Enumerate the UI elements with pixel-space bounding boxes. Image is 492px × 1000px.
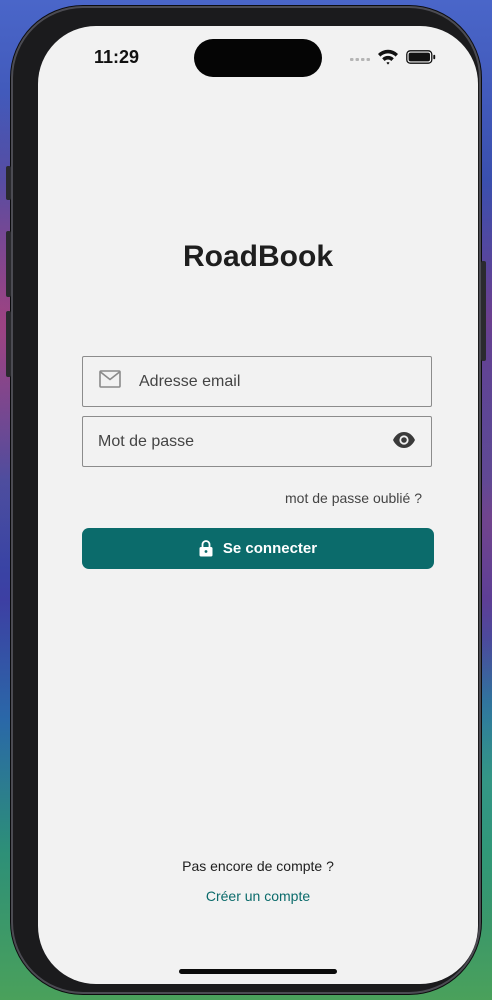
- action-button: [6, 166, 11, 200]
- app-screen: 11:29 RoadBook Adresse email mot de pass…: [38, 26, 478, 984]
- no-account-text: Pas encore de compte ?: [182, 858, 334, 874]
- create-account-link[interactable]: Créer un compte: [38, 888, 478, 904]
- status-time: 11:29: [94, 47, 140, 67]
- phone-frame: 11:29 RoadBook Adresse email mot de pass…: [6, 6, 486, 994]
- email-field[interactable]: [82, 356, 432, 407]
- lock-icon: [199, 540, 213, 557]
- wifi-icon: [378, 49, 398, 65]
- app-title: RoadBook: [183, 240, 333, 273]
- eye-icon[interactable]: [392, 430, 416, 450]
- volume-down-button: [6, 311, 11, 377]
- mail-icon: [99, 370, 121, 388]
- login-button[interactable]: Se connecter: [82, 528, 434, 569]
- signal-icon: [350, 58, 370, 61]
- status-icons: [350, 49, 436, 65]
- email-input[interactable]: [139, 357, 419, 406]
- battery-icon: [406, 50, 436, 64]
- forgot-password-link[interactable]: mot de passe oublié ?: [238, 490, 422, 506]
- login-button-label: Se connecter: [222, 540, 318, 557]
- dynamic-island: [194, 39, 322, 77]
- volume-up-button: [6, 231, 11, 297]
- power-button: [481, 261, 486, 361]
- home-indicator[interactable]: [179, 969, 337, 974]
- password-field[interactable]: [82, 416, 432, 467]
- password-input[interactable]: [98, 417, 378, 466]
